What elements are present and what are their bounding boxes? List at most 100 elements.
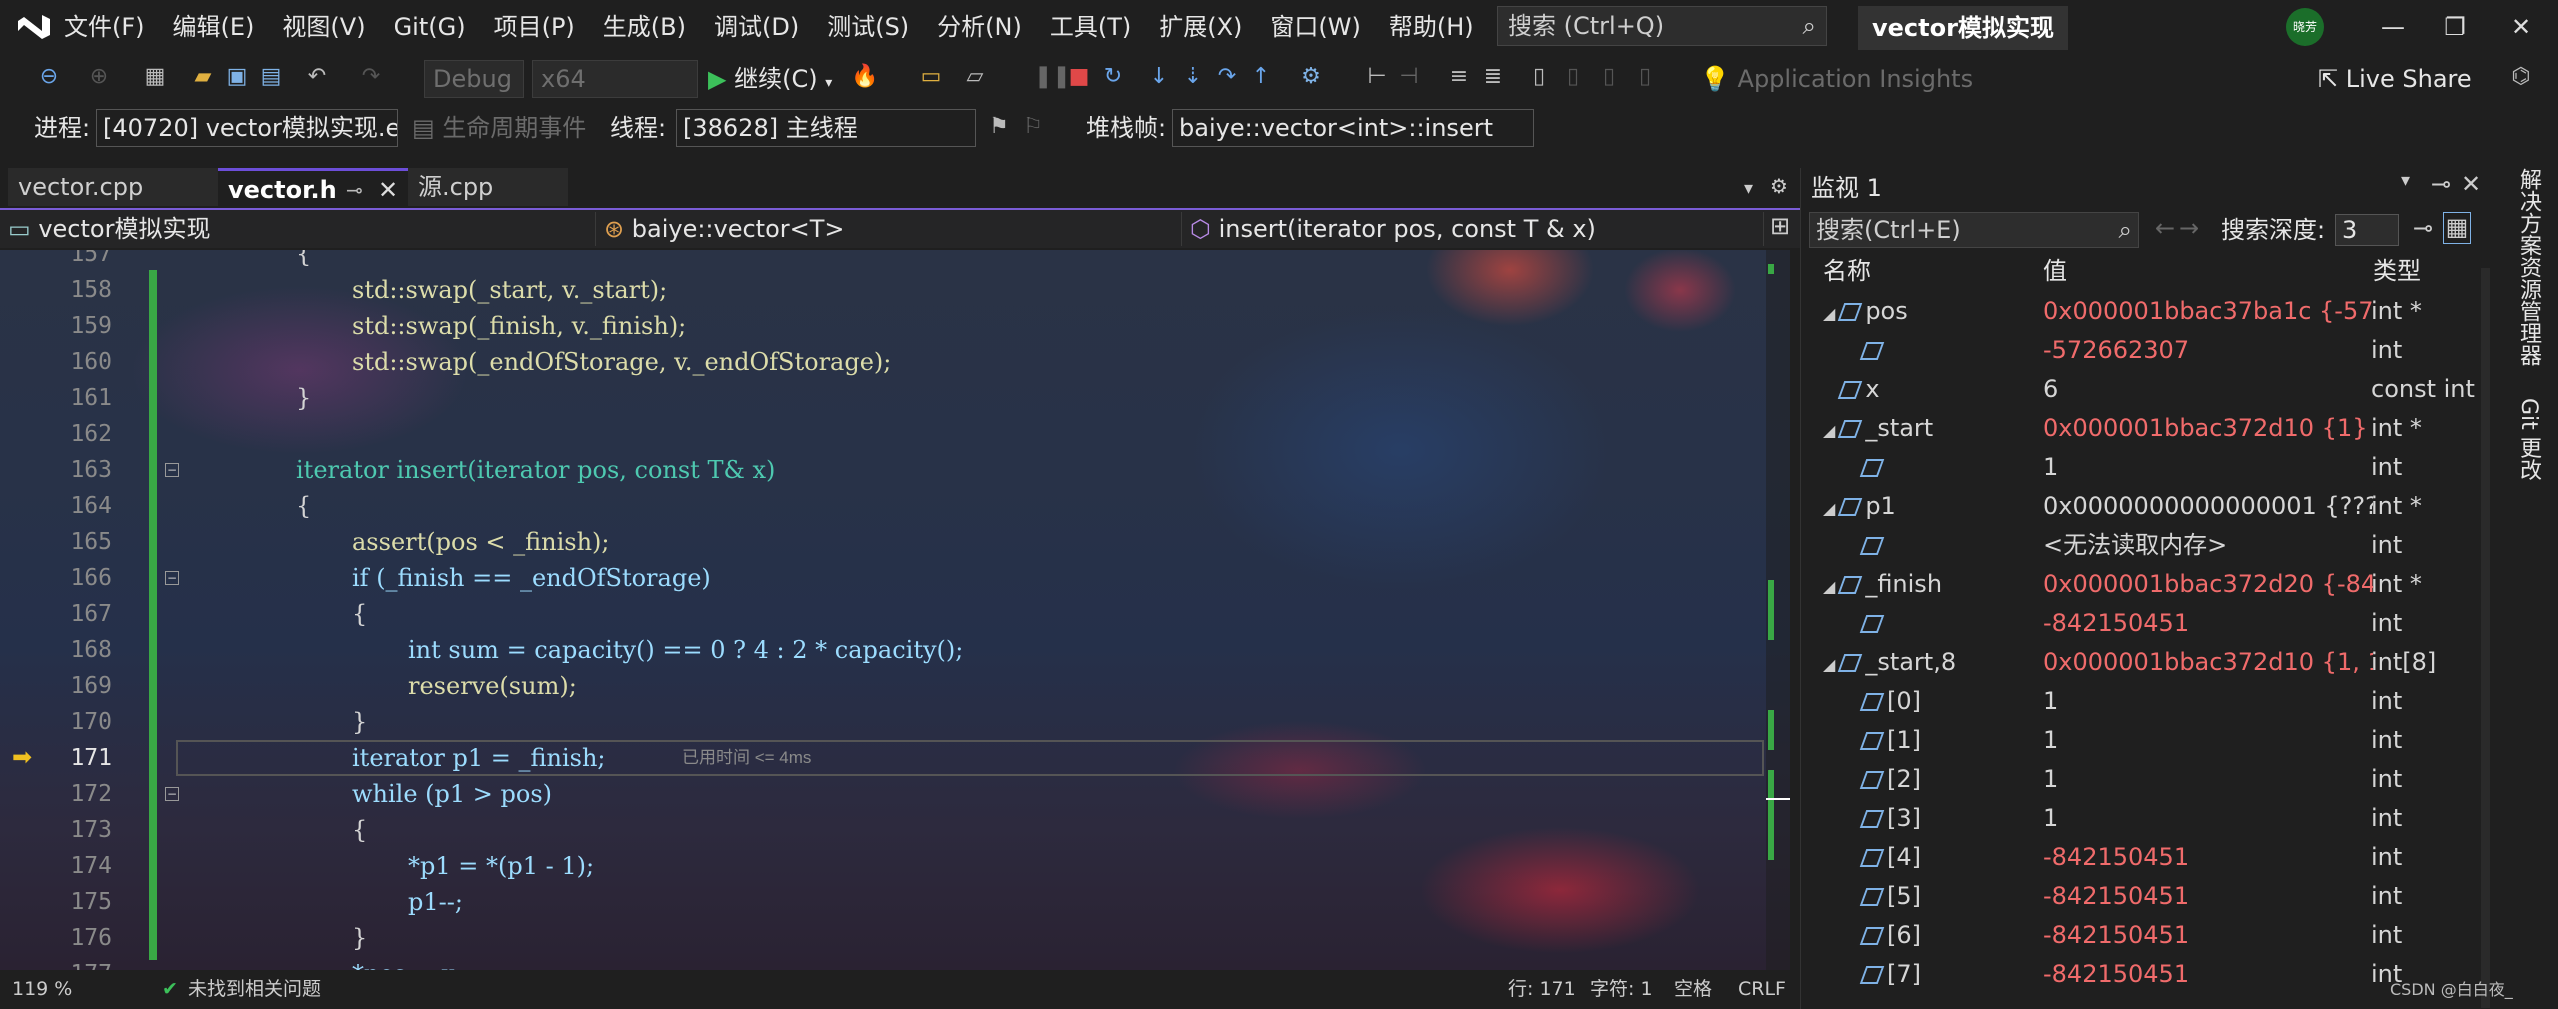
live-share-button[interactable]: ⇱ Live Share <box>2318 62 2472 96</box>
watch-row[interactable]: ◢ pos 0x000001bbac37ba1c {-572662307}int * <box>1801 292 2491 331</box>
bookmark-nav-icon[interactable]: ⊢ <box>1362 62 1392 92</box>
watch-search-input[interactable]: 搜索(Ctrl+E) ⌕ <box>1809 212 2139 248</box>
watch-row[interactable]: ◢ _finish 0x000001bbac372d20 {-842150451}i… <box>1801 565 2491 604</box>
watch-row[interactable]: [5] -842150451 int <box>1801 877 2491 916</box>
diagnostics-icon[interactable]: ▱ <box>960 62 990 92</box>
header-type[interactable]: 类型 <box>2373 254 2421 288</box>
continue-button[interactable]: ▶ 继续(C) ▾ <box>708 60 832 98</box>
breakpoint-settings-icon[interactable]: ⚙ <box>1296 62 1326 92</box>
pause-icon[interactable]: ❚❚ <box>1034 62 1071 92</box>
open-folder-icon[interactable]: ▰ <box>188 62 218 92</box>
watch-row[interactable]: [1] 1 int <box>1801 721 2491 760</box>
watch-value-cell[interactable]: 0x000001bbac372d10 {1} <box>2043 409 2373 448</box>
expand-icon[interactable]: ◢ <box>1823 499 1835 518</box>
new-project-icon[interactable]: ▦ <box>140 62 170 92</box>
close-tab-icon[interactable]: ✕ <box>378 171 398 209</box>
expand-icon[interactable]: ◢ <box>1823 655 1835 674</box>
global-search-input[interactable]: 搜索 (Ctrl+Q) ⌕ <box>1497 6 1827 46</box>
watch-row[interactable]: [2] 1 int <box>1801 760 2491 799</box>
watch-row[interactable]: ◢ _start 0x000001bbac372d10 {1} int * <box>1801 409 2491 448</box>
split-icon[interactable]: ⊞ <box>1770 212 1790 240</box>
hot-reload-icon[interactable]: 🔥 <box>850 62 880 92</box>
watch-value-cell[interactable]: -842150451 <box>2043 604 2373 643</box>
type-scope-select[interactable]: ⊛ baiye::vector<T> <box>596 212 1182 246</box>
watch-value-cell[interactable]: -842150451 <box>2043 838 2373 877</box>
next-bookmark-icon[interactable]: ▯ <box>1594 62 1624 92</box>
watch-row[interactable]: [7] -842150451 int <box>1801 955 2491 994</box>
menu-build[interactable]: 生成(B) <box>589 0 700 54</box>
save-all-icon[interactable]: ▤ <box>256 62 286 92</box>
watch-value-cell[interactable]: 1 <box>2043 760 2373 799</box>
watch-row[interactable]: [0] 1 int <box>1801 682 2491 721</box>
menu-file[interactable]: 文件(F) <box>50 0 159 54</box>
watch-row[interactable]: -842150451 int <box>1801 604 2491 643</box>
stop-icon[interactable]: ■ <box>1064 62 1094 92</box>
show-next-statement-icon[interactable]: ↓ <box>1144 62 1174 92</box>
watch-value-cell[interactable]: -572662307 <box>2043 331 2373 370</box>
back-icon[interactable]: ← <box>2155 214 2175 242</box>
pin-icon[interactable]: ⊸ <box>2413 214 2433 242</box>
watch-row[interactable]: ◢x 6const int & <box>1801 370 2491 409</box>
back-icon[interactable]: ⊖ <box>34 62 64 92</box>
restore-icon[interactable]: ❐ <box>2420 0 2490 54</box>
git-changes-tab[interactable]: Git 更改 <box>2512 398 2544 481</box>
redo-icon[interactable]: ↷ <box>356 62 386 92</box>
process-select[interactable]: [40720] vector模拟实现.exe <box>96 109 398 147</box>
outdent-icon[interactable]: ⊣ <box>1394 62 1424 92</box>
menu-analyze[interactable]: 分析(N) <box>923 0 1036 54</box>
line-indicator[interactable]: 行: 171 <box>1508 970 1576 1009</box>
watch-value-cell[interactable]: 0x000001bbac37ba1c {-572662307} <box>2043 292 2373 331</box>
flag-icon[interactable]: ⚑ <box>984 112 1014 142</box>
header-name[interactable]: 名称 <box>1823 254 1871 288</box>
menu-test[interactable]: 测试(S) <box>813 0 923 54</box>
menu-edit[interactable]: 编辑(E) <box>159 0 269 54</box>
tab-vector-cpp[interactable]: vector.cpp <box>8 168 218 206</box>
eol-indicator[interactable]: CRLF <box>1738 970 1786 1009</box>
application-insights-button[interactable]: 💡 Application Insights <box>1700 62 1973 96</box>
fold-toggle-icon[interactable]: − <box>165 787 179 801</box>
feedback-icon[interactable]: ⌬ <box>2506 62 2536 92</box>
watch-value-cell[interactable]: <无法读取内存> <box>2043 526 2373 565</box>
menu-window[interactable]: 窗口(W) <box>1256 0 1374 54</box>
watch-row[interactable]: [4] -842150451 int <box>1801 838 2491 877</box>
watch-value-cell[interactable]: 1 <box>2043 682 2373 721</box>
tab-overflow-icon[interactable]: ▾ <box>1744 178 1753 199</box>
member-scope-select[interactable]: ⬡ insert(iterator pos, const T & x) <box>1182 212 1764 246</box>
close-window-icon[interactable]: ✕ <box>2486 0 2556 54</box>
pin-icon[interactable]: ⊸ <box>346 171 363 209</box>
watch-value-cell[interactable]: 0x000001bbac372d20 {-842150451} <box>2043 565 2373 604</box>
watch-row[interactable]: <无法读取内存> int <box>1801 526 2491 565</box>
minimize-icon[interactable]: — <box>2358 0 2428 54</box>
thread-select[interactable]: [38628] 主线程 <box>676 109 976 147</box>
visual-studio-logo-icon[interactable] <box>14 9 54 45</box>
watch-value-cell[interactable]: 0x000001bbac372d10 {1, 1, 1, 1, -8421504… <box>2043 643 2373 682</box>
undo-icon[interactable]: ↶ <box>302 62 332 92</box>
menu-git[interactable]: Git(G) <box>380 0 480 54</box>
watch-value-cell[interactable]: 6 <box>2043 370 2373 409</box>
watch-value-cell[interactable]: 1 <box>2043 721 2373 760</box>
indent-indicator[interactable]: 空格 <box>1674 970 1712 1009</box>
step-over-icon[interactable]: ↷ <box>1212 62 1242 92</box>
menu-debug[interactable]: 调试(D) <box>700 0 813 54</box>
clear-bookmarks-icon[interactable]: ▯ <box>1630 62 1660 92</box>
panel-menu-icon[interactable]: ▾ <box>2401 170 2410 191</box>
watch-row[interactable]: ◢ _start,8 0x000001bbac372d10 {1, 1, 1, 1,… <box>1801 643 2491 682</box>
issues-status[interactable]: 未找到相关问题 <box>188 970 321 1009</box>
tab-settings-icon[interactable]: ⚙ <box>1770 174 1788 198</box>
tab-source-cpp[interactable]: 源.cpp <box>408 168 568 206</box>
save-icon[interactable]: ▣ <box>222 62 252 92</box>
watch-row[interactable]: ◢ p1 0x0000000000000001 {???} int * <box>1801 487 2491 526</box>
tab-vector-h[interactable]: vector.h ⊸ ✕ <box>218 168 408 206</box>
watch-value-cell[interactable]: 1 <box>2043 448 2373 487</box>
folder-icon[interactable]: ▭ <box>916 62 946 92</box>
forward-icon[interactable]: → <box>2179 214 2199 242</box>
lifecycle-events-button[interactable]: ▤ 生命周期事件 <box>412 108 586 148</box>
watch-row[interactable]: [3] 1 int <box>1801 799 2491 838</box>
configuration-select[interactable]: Debug <box>424 60 524 98</box>
editor-vertical-scrollbar[interactable] <box>1766 250 1790 970</box>
expand-icon[interactable]: ◢ <box>1823 577 1835 596</box>
uncomment-icon[interactable]: ≣ <box>1478 62 1508 92</box>
prev-bookmark-icon[interactable]: ▯ <box>1558 62 1588 92</box>
step-out-icon[interactable]: ↑ <box>1246 62 1276 92</box>
watch-value-cell[interactable]: 0x0000000000000001 {???} <box>2043 487 2373 526</box>
